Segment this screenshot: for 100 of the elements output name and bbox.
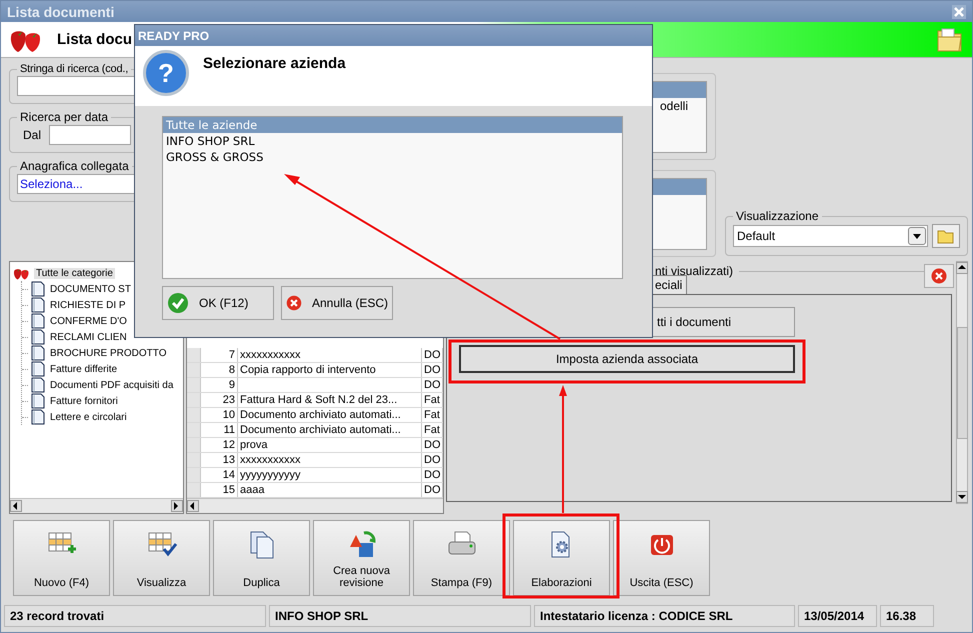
tree-item[interactable]: BROCHURE PRODOTTO <box>48 348 168 358</box>
tree-item[interactable]: RECLAMI CLIEN <box>48 332 129 342</box>
table-cell: prova <box>238 438 422 452</box>
row-header[interactable] <box>187 363 201 377</box>
page-icon <box>31 345 45 361</box>
table-cell: 11 <box>201 423 238 437</box>
table-cell: DO <box>422 363 443 377</box>
caret-icon <box>913 234 921 238</box>
tree-item[interactable]: Documenti PDF acquisiti da <box>48 380 176 390</box>
close-icon <box>931 268 947 284</box>
table-cell: Copia rapporto di intervento <box>238 363 422 377</box>
close-icon[interactable] <box>952 4 966 18</box>
row-header[interactable] <box>187 378 201 392</box>
tree-item[interactable]: DOCUMENTO ST <box>48 284 133 294</box>
page-icon <box>31 281 45 297</box>
status-field: 16.38 <box>880 605 934 627</box>
page-icon <box>31 313 45 329</box>
scroll-up-icon[interactable] <box>956 262 968 274</box>
toolbar-button[interactable]: Duplica <box>213 520 310 596</box>
table-cell: DO <box>422 483 443 497</box>
table-cell: xxxxxxxxxxx <box>238 348 422 362</box>
table-cell: 23 <box>201 393 238 407</box>
row-header[interactable] <box>187 393 201 407</box>
folder-icon <box>937 228 955 244</box>
table-cell: 13 <box>201 453 238 467</box>
table-cell: 9 <box>201 378 238 392</box>
row-header[interactable] <box>187 348 201 362</box>
close-button[interactable] <box>924 264 954 288</box>
status-field: 13/05/2014 <box>798 605 877 627</box>
ok-button[interactable]: OK (F12) <box>162 286 274 320</box>
page-icon <box>31 377 45 393</box>
tree-item[interactable]: Fatture differite <box>48 364 120 374</box>
table-cell: Fat <box>422 408 443 422</box>
table-cell: 14 <box>201 468 238 482</box>
horizontal-scrollbar[interactable] <box>187 498 443 513</box>
status-field: INFO SHOP SRL <box>269 605 531 627</box>
table-cell: 10 <box>201 408 238 422</box>
page-title: Lista docu <box>57 31 132 48</box>
status-field: 23 record trovati <box>4 605 266 627</box>
list-item[interactable]: GROSS & GROSS <box>163 149 622 165</box>
toolbar-button[interactable]: Uscita (ESC) <box>613 520 710 596</box>
row-header[interactable] <box>187 423 201 437</box>
table-cell: DO <box>422 468 443 482</box>
page-icon <box>31 297 45 313</box>
table-cell: DO <box>422 378 443 392</box>
scroll-down-icon[interactable] <box>956 491 968 503</box>
folder-icon <box>936 26 964 52</box>
status-field: Intestatario licenza : CODICE SRL <box>534 605 795 627</box>
table-cell: DO <box>422 348 443 362</box>
table-cell: Fattura Hard & Soft N.2 del 23... <box>238 393 422 407</box>
field-label: Stringa di ricerca (cod., <box>19 63 130 75</box>
view-dropdown[interactable]: Default <box>733 225 928 247</box>
row-header[interactable] <box>187 408 201 422</box>
set-company-button[interactable]: Imposta azienda associata <box>459 345 795 373</box>
toolbar-button[interactable]: Nuovo (F4) <box>13 520 110 596</box>
toolbar-button[interactable]: Visualizza <box>113 520 210 596</box>
table-cell: yyyyyyyyyyy <box>238 468 422 482</box>
scroll-left-icon[interactable] <box>187 500 199 512</box>
question-icon: ? <box>143 50 189 96</box>
date-field[interactable] <box>49 125 132 145</box>
tree-item[interactable]: Tutte le categorie <box>34 268 115 278</box>
table-cell: 12 <box>201 438 238 452</box>
scroll-left-icon[interactable] <box>10 500 22 512</box>
tree-item[interactable]: CONFERME D'O <box>48 316 129 326</box>
field-label: Dal <box>23 128 42 142</box>
vertical-scrollbar[interactable] <box>956 261 968 504</box>
horizontal-scrollbar[interactable] <box>10 498 183 513</box>
table-cell: xxxxxxxxxxx <box>238 453 422 467</box>
group-label: nti visualizzati) <box>655 264 734 278</box>
row-header[interactable] <box>187 438 201 452</box>
window-title: Lista documenti <box>7 4 114 20</box>
dialog-title: READY PRO <box>138 28 210 42</box>
row-header[interactable] <box>187 468 201 482</box>
toolbar-button[interactable]: Stampa (F9) <box>413 520 510 596</box>
page-icon <box>31 361 45 377</box>
tree-item[interactable]: RICHIESTE DI P <box>48 300 128 310</box>
check-icon <box>167 292 189 314</box>
row-header[interactable] <box>187 453 201 467</box>
table-cell: DO <box>422 438 443 452</box>
folder-button[interactable] <box>932 224 960 248</box>
tree-item[interactable]: Lettere e circolari <box>48 412 129 422</box>
table-cell: Documento archiviato automati... <box>238 408 422 422</box>
table-cell: 8 <box>201 363 238 377</box>
list-item[interactable]: INFO SHOP SRL <box>163 133 622 149</box>
scroll-right-icon[interactable] <box>171 500 183 512</box>
page-icon <box>31 409 45 425</box>
table-cell: Fat <box>422 423 443 437</box>
toolbar-button[interactable]: Crea nuova revisione <box>313 520 410 596</box>
dialog-message: Selezionare azienda <box>203 54 346 74</box>
field-label: Ricerca per data <box>19 110 110 124</box>
table-cell: aaaa <box>238 483 422 497</box>
table-cell: Documento archiviato automati... <box>238 423 422 437</box>
tree-item[interactable]: Fatture fornitori <box>48 396 120 406</box>
toolbar-button[interactable]: Elaborazioni <box>513 520 610 596</box>
table-cell: DO <box>422 453 443 467</box>
table-cell: 7 <box>201 348 238 362</box>
table-cell: 15 <box>201 483 238 497</box>
cancel-button[interactable]: Annulla (ESC) <box>281 286 393 320</box>
page-icon <box>31 329 45 345</box>
table-cell: Fat <box>422 393 443 407</box>
